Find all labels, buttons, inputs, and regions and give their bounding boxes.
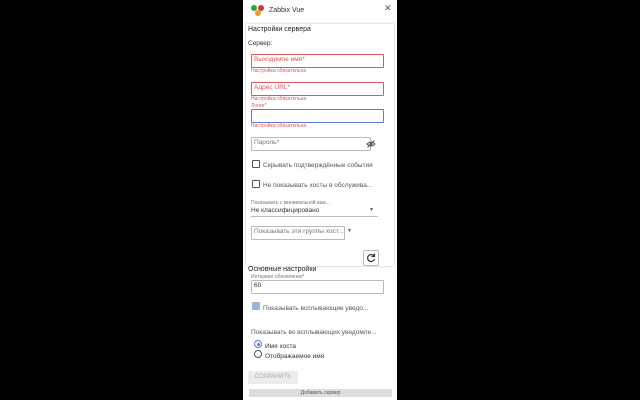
hide-ack-checkbox[interactable] <box>252 160 260 168</box>
hide-maintenance-checkbox[interactable] <box>252 180 260 188</box>
chevron-down-icon[interactable]: ▼ <box>347 228 352 234</box>
hide-maintenance-label: Не показывать хосты в обслужива... <box>263 182 373 189</box>
login-error: Настройка обязательна <box>251 123 307 129</box>
display-name-label: Отображаемое имя <box>265 353 325 360</box>
extension-popup: Zabbix Vue ✕ Настройки сервера Сервер: В… <box>243 0 397 400</box>
host-name-radio[interactable] <box>254 340 262 348</box>
server-name-error: Настройка обязательна <box>251 68 307 74</box>
min-severity-label: Показывать с минимальной важ... <box>251 200 330 206</box>
refresh-button[interactable] <box>363 250 379 266</box>
save-button[interactable]: СОХРАНИТЬ <box>248 371 298 384</box>
min-severity-select[interactable]: Не классифицировано <box>251 207 319 214</box>
zabbix-logo-icon <box>251 5 265 17</box>
host-name-label: Имя хоста <box>265 343 297 350</box>
app-title: Zabbix Vue <box>269 7 305 14</box>
server-settings-title: Настройки сервера <box>248 26 311 33</box>
display-name-radio[interactable] <box>254 350 262 358</box>
close-icon[interactable]: ✕ <box>384 3 392 14</box>
show-popups-checkbox[interactable] <box>252 302 260 310</box>
server-url-error: Настройка обязательна <box>251 96 307 102</box>
hide-ack-label: Скрывать подтверждённые события <box>263 162 373 169</box>
add-server-button[interactable]: Добавить сервер <box>249 389 392 397</box>
login-input[interactable] <box>251 109 384 123</box>
server-url-input[interactable]: Адрес URL* <box>251 82 384 96</box>
header: Zabbix Vue ✕ <box>243 0 397 22</box>
server-label: Сервер: <box>248 40 273 47</box>
interval-input[interactable]: 60 <box>251 280 384 294</box>
min-severity-underline <box>251 216 378 217</box>
chevron-down-icon[interactable]: ▼ <box>369 207 374 213</box>
password-input[interactable]: Пароль* <box>251 137 371 151</box>
refresh-icon <box>367 253 376 263</box>
popup-display-label: Показывать во всплывающих уведомле... <box>251 329 377 336</box>
main-settings-title: Основные настройки <box>248 266 317 273</box>
show-popups-label: Показывать всплывающие уведо... <box>263 305 369 312</box>
eye-off-icon[interactable] <box>366 140 376 148</box>
host-groups-input[interactable]: Показывать эти группы хост... <box>251 226 345 240</box>
server-name-input[interactable]: Выходимое имя* <box>251 54 384 68</box>
